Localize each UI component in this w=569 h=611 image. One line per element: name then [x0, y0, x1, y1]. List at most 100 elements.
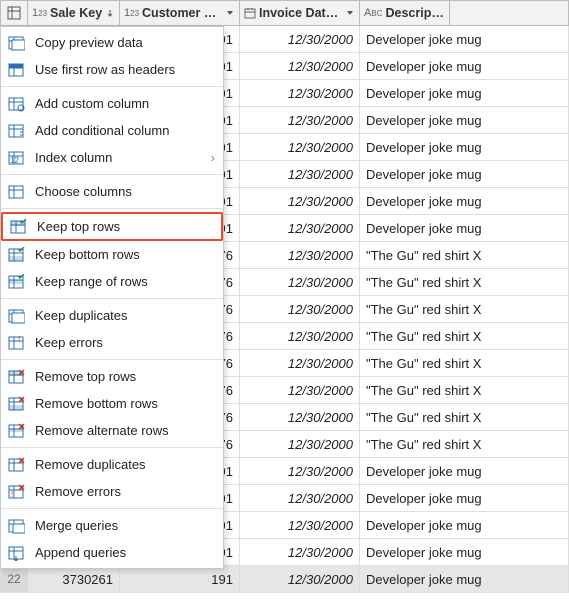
cell-description[interactable]: "The Gu" red shirt X [360, 269, 569, 296]
table-context-menu: Copy preview data Use first row as header… [0, 26, 224, 569]
cell-invoice-date[interactable]: 12/30/2000 [240, 242, 360, 269]
remove-dup-icon [7, 456, 25, 474]
cell-invoice-date[interactable]: 12/30/2000 [240, 323, 360, 350]
cell-description[interactable]: Developer joke mug [360, 80, 569, 107]
cell-invoice-date[interactable]: 12/30/2000 [240, 404, 360, 431]
keep-bottom-icon [7, 246, 25, 264]
cell-description[interactable]: Developer joke mug [360, 107, 569, 134]
cell-description[interactable]: Developer joke mug [360, 458, 569, 485]
menu-separator [1, 86, 223, 87]
menu-item-label: Index column [35, 150, 112, 165]
menu-item-append-queries[interactable]: Append queries [1, 539, 223, 566]
datatype-number-icon: 123 [32, 7, 47, 19]
menu-item-choose-columns[interactable]: Choose columns [1, 178, 223, 205]
cell-description[interactable]: "The Gu" red shirt X [360, 404, 569, 431]
cell-description[interactable]: Developer joke mug [360, 539, 569, 566]
datatype-text-icon: ABC [364, 7, 382, 19]
table-branch-icon [7, 122, 25, 140]
cell-description[interactable]: Developer joke mug [360, 26, 569, 53]
menu-item-remove-top[interactable]: Remove top rows [1, 363, 223, 390]
merge-icon [7, 517, 25, 535]
cell-invoice-date[interactable]: 12/30/2000 [240, 53, 360, 80]
chevron-right-icon: › [211, 150, 215, 165]
column-header-description[interactable]: ABC Description [360, 0, 450, 26]
menu-item-keep-dupes[interactable]: Keep duplicates [1, 302, 223, 329]
cell-invoice-date[interactable]: 12/30/2000 [240, 161, 360, 188]
cell-description[interactable]: "The Gu" red shirt X [360, 242, 569, 269]
menu-item-index-column[interactable]: 12Index column› [1, 144, 223, 171]
column-header-sale-key[interactable]: 123 Sale Key [28, 0, 120, 26]
menu-item-remove-alternate[interactable]: Remove alternate rows [1, 417, 223, 444]
column-label: Sale Key [50, 6, 103, 20]
cell-description[interactable]: Developer joke mug [360, 215, 569, 242]
cell-description[interactable]: "The Gu" red shirt X [360, 377, 569, 404]
cell-sale-key[interactable]: 3730261 [28, 566, 120, 593]
menu-item-label: Keep errors [35, 335, 103, 350]
keep-dup-icon [7, 307, 25, 325]
dropdown-icon[interactable] [345, 8, 355, 18]
cell-invoice-date[interactable]: 12/30/2000 [240, 296, 360, 323]
cell-invoice-date[interactable]: 12/30/2000 [240, 512, 360, 539]
dropdown-icon[interactable] [225, 8, 235, 18]
menu-item-label: Add custom column [35, 96, 149, 111]
keep-range-icon [7, 273, 25, 291]
menu-item-label: Remove alternate rows [35, 423, 169, 438]
menu-item-keep-range[interactable]: Keep range of rows [1, 268, 223, 295]
menu-item-keep-bottom[interactable]: Keep bottom rows [1, 241, 223, 268]
menu-item-remove-dupes[interactable]: Remove duplicates [1, 451, 223, 478]
cell-customer-key[interactable]: 191 [120, 566, 240, 593]
menu-item-label: Keep range of rows [35, 274, 148, 289]
column-label: Invoice Date Key [259, 6, 345, 20]
cell-description[interactable]: "The Gu" red shirt X [360, 323, 569, 350]
keep-top-icon [9, 218, 27, 236]
cell-invoice-date[interactable]: 12/30/2000 [240, 485, 360, 512]
datatype-date-icon [244, 7, 256, 19]
cell-invoice-date[interactable]: 12/30/2000 [240, 458, 360, 485]
cell-invoice-date[interactable]: 12/30/2000 [240, 107, 360, 134]
row-number[interactable]: 22 [0, 566, 28, 593]
cell-invoice-date[interactable]: 12/30/2000 [240, 269, 360, 296]
menu-item-merge-queries[interactable]: Merge queries [1, 512, 223, 539]
cell-invoice-date[interactable]: 12/30/2000 [240, 26, 360, 53]
menu-item-label: Copy preview data [35, 35, 143, 50]
menu-item-remove-bottom[interactable]: Remove bottom rows [1, 390, 223, 417]
cell-description[interactable]: "The Gu" red shirt X [360, 431, 569, 458]
menu-item-add-conditional-col[interactable]: Add conditional column [1, 117, 223, 144]
table-choose-icon [7, 183, 25, 201]
cell-description[interactable]: Developer joke mug [360, 485, 569, 512]
column-label: Description [385, 6, 445, 20]
cell-description[interactable]: Developer joke mug [360, 566, 569, 593]
column-header-invoice-date[interactable]: Invoice Date Key [240, 0, 360, 26]
cell-description[interactable]: Developer joke mug [360, 512, 569, 539]
menu-item-keep-errors[interactable]: ! Keep errors [1, 329, 223, 356]
cell-description[interactable]: Developer joke mug [360, 134, 569, 161]
row-selector-header[interactable] [0, 0, 28, 26]
menu-separator [1, 508, 223, 509]
column-header-customer-key[interactable]: 123 Customer Key [120, 0, 240, 26]
cell-invoice-date[interactable]: 12/30/2000 [240, 134, 360, 161]
cell-invoice-date[interactable]: 12/30/2000 [240, 566, 360, 593]
cell-invoice-date[interactable]: 12/30/2000 [240, 80, 360, 107]
cell-invoice-date[interactable]: 12/30/2000 [240, 431, 360, 458]
menu-item-first-row-headers[interactable]: Use first row as headers [1, 56, 223, 83]
cell-description[interactable]: Developer joke mug [360, 53, 569, 80]
menu-item-remove-errors[interactable]: !Remove errors [1, 478, 223, 505]
cell-description[interactable]: Developer joke mug [360, 161, 569, 188]
table-icon [7, 6, 21, 20]
remove-top-icon [7, 368, 25, 386]
menu-item-label: Keep duplicates [35, 308, 128, 323]
cell-invoice-date[interactable]: 12/30/2000 [240, 350, 360, 377]
menu-item-add-custom-col[interactable]: Add custom column [1, 90, 223, 117]
cell-invoice-date[interactable]: 12/30/2000 [240, 539, 360, 566]
cell-description[interactable]: "The Gu" red shirt X [360, 350, 569, 377]
sort-asc-icon [105, 8, 115, 18]
menu-item-copy-preview[interactable]: Copy preview data [1, 29, 223, 56]
cell-description[interactable]: "The Gu" red shirt X [360, 296, 569, 323]
keep-err-icon: ! [7, 334, 25, 352]
menu-item-label: Keep bottom rows [35, 247, 140, 262]
cell-description[interactable]: Developer joke mug [360, 188, 569, 215]
menu-item-keep-top[interactable]: Keep top rows [1, 212, 223, 241]
cell-invoice-date[interactable]: 12/30/2000 [240, 188, 360, 215]
cell-invoice-date[interactable]: 12/30/2000 [240, 215, 360, 242]
cell-invoice-date[interactable]: 12/30/2000 [240, 377, 360, 404]
